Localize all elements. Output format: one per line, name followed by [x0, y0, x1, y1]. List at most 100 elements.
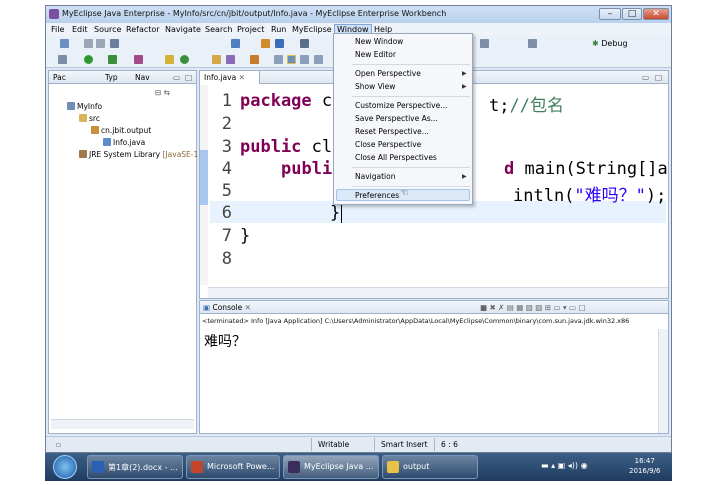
menu-search[interactable]: Search — [203, 24, 234, 35]
menu-navigate[interactable]: Navigate — [163, 24, 203, 35]
menu-project[interactable]: Project — [235, 24, 266, 35]
code-line-6[interactable]: } — [330, 203, 353, 223]
toolbar-icon[interactable] — [528, 39, 537, 48]
debug-perspective-button[interactable]: ✱ Debug — [592, 39, 628, 48]
menu-refactor[interactable]: Refactor — [124, 24, 162, 35]
tab-package-explorer[interactable]: Pac — [53, 73, 66, 82]
console-output: 难吗？ — [204, 334, 246, 350]
code-text: } — [240, 226, 251, 246]
editor-ruler — [200, 85, 208, 285]
console-panel: ▣ Console ✕ ■ ✖ ✗ ▤ ▦ ▧ ▨ ⊞ ▭ ▾ ▭ □ <ter… — [199, 300, 669, 434]
open-perspective-icon[interactable] — [480, 39, 489, 48]
close-tab-icon[interactable]: ✕ — [239, 73, 245, 82]
save-all-icon[interactable] — [96, 39, 105, 48]
task-word-doc[interactable]: 第1章(2).docx - ... — [87, 455, 183, 479]
task-icon[interactable] — [250, 55, 259, 64]
editor-hscrollbar[interactable] — [208, 287, 668, 298]
line-number: 2 — [221, 114, 232, 134]
editor-tab-label: Info.java — [204, 73, 237, 82]
menu-item-reset-perspective[interactable]: Reset Perspective... — [355, 127, 429, 136]
tree-project[interactable]: MyInfo — [67, 101, 102, 112]
status-cursor-position: 6 : 6 — [441, 440, 458, 449]
menu-myeclipse[interactable]: MyEclipse — [290, 24, 334, 35]
menu-item-navigation[interactable]: Navigation — [355, 172, 395, 181]
editor-minimize-icon[interactable]: ▭ — [642, 73, 649, 82]
console-toolbar-icons[interactable]: ■ ✖ ✗ ▤ ▦ ▧ ▨ ⊞ ▭ ▾ ▭ □ — [480, 303, 586, 312]
collapse-all-icon[interactable]: ⊟ ⇆ — [155, 87, 170, 98]
task-output-folder[interactable]: output — [382, 455, 478, 479]
task-label: Microsoft Powe... — [207, 462, 275, 471]
new-package-icon[interactable] — [165, 55, 174, 64]
task-powerpoint[interactable]: Microsoft Powe... — [186, 455, 280, 479]
task-myeclipse[interactable]: MyEclipse Java ... — [283, 455, 379, 479]
new-class-icon[interactable] — [180, 55, 189, 64]
keyword: d — [504, 159, 515, 179]
close-tab-icon[interactable]: ✕ — [245, 303, 251, 312]
fast-view-icon[interactable]: ▫ — [56, 440, 61, 449]
close-button[interactable]: ✕ — [643, 8, 669, 20]
menu-item-new-window[interactable]: New Window — [355, 37, 403, 46]
tab-navigator[interactable]: Nav — [135, 73, 150, 82]
start-button[interactable] — [53, 455, 77, 479]
title-bar[interactable]: MyEclipse Java Enterprise - MyInfo/src/c… — [46, 6, 671, 23]
editor-maximize-icon[interactable]: □ — [655, 73, 662, 82]
menu-item-show-view[interactable]: Show View — [355, 82, 395, 91]
menu-item-close-perspective[interactable]: Close Perspective — [355, 140, 421, 149]
tab-console[interactable]: ▣ Console ✕ — [203, 303, 251, 312]
code-line-3[interactable]: public cl — [240, 137, 332, 157]
menu-item-open-perspective[interactable]: Open Perspective — [355, 69, 421, 78]
show-whitespace-icon[interactable] — [287, 55, 296, 64]
code-line-1[interactable]: package c — [240, 91, 332, 111]
save-icon[interactable] — [84, 39, 93, 48]
line-number: 7 — [221, 226, 232, 246]
maximize-button[interactable]: □ — [622, 8, 642, 20]
menu-file[interactable]: File — [49, 24, 66, 35]
minimize-view-icon[interactable]: ▭ — [173, 73, 180, 82]
deploy-icon[interactable] — [231, 39, 240, 48]
menu-item-save-perspective[interactable]: Save Perspective As... — [355, 114, 438, 123]
tab-info-java[interactable]: Info.java ✕ — [200, 71, 260, 84]
tree-src[interactable]: src — [79, 113, 100, 124]
code-line-5-tail[interactable]: intln("难吗？"); — [513, 181, 666, 206]
menu-item-preferences[interactable]: Preferences — [355, 191, 399, 200]
external-tools-icon[interactable] — [134, 55, 143, 64]
new-icon[interactable] — [60, 39, 69, 48]
debug-run-icon[interactable] — [58, 55, 67, 64]
menu-source[interactable]: Source — [92, 24, 123, 35]
code-line-4[interactable]: publi — [281, 159, 332, 179]
code-line-7[interactable]: } — [240, 226, 250, 246]
block-selection-icon[interactable] — [300, 55, 309, 64]
console-vscrollbar[interactable] — [658, 329, 668, 433]
maximize-view-icon[interactable]: □ — [185, 73, 192, 82]
open-type-icon[interactable] — [212, 55, 221, 64]
search-icon[interactable] — [226, 55, 235, 64]
tab-type-hierarchy[interactable]: Typ — [105, 73, 118, 82]
menu-item-customize-perspective[interactable]: Customize Perspective... — [355, 101, 447, 110]
server-icon[interactable] — [261, 39, 270, 48]
keyword: publi — [281, 159, 333, 179]
tree-jre[interactable]: JRE System Library [JavaSE-1.6] — [79, 149, 208, 160]
tree-file[interactable]: Info.java — [103, 137, 145, 148]
browser-icon[interactable] — [275, 39, 284, 48]
tree-package[interactable]: cn.jbit.output — [91, 125, 151, 136]
code-line-1-tail[interactable]: t;//包名 — [489, 91, 564, 116]
system-clock[interactable]: 16:47 2016/9/6 — [629, 456, 660, 476]
tray-icons[interactable]: ▬ ▴ ▣ ◂)) ◉ — [541, 461, 588, 470]
tree-package-label: cn.jbit.output — [101, 126, 152, 135]
code-line-4-tail[interactable]: d main(String[]ar — [504, 159, 668, 179]
menu-run[interactable]: Run — [269, 24, 288, 35]
run-icon[interactable] — [84, 55, 93, 64]
menu-item-close-all-perspectives[interactable]: Close All Perspectives — [355, 153, 437, 162]
mark-occurrences-icon[interactable] — [274, 55, 283, 64]
menu-edit[interactable]: Edit — [70, 24, 90, 35]
db-icon[interactable] — [300, 39, 309, 48]
menu-item-new-editor[interactable]: New Editor — [355, 50, 396, 59]
left-hscrollbar[interactable] — [51, 419, 194, 429]
run-history-icon[interactable] — [108, 55, 117, 64]
status-insert-mode: Smart Insert — [381, 440, 428, 449]
word-icon — [92, 461, 104, 473]
minimize-button[interactable]: – — [599, 8, 621, 20]
code-text: ); — [645, 186, 667, 206]
pilcrow-icon[interactable] — [314, 55, 323, 64]
print-icon[interactable] — [110, 39, 119, 48]
